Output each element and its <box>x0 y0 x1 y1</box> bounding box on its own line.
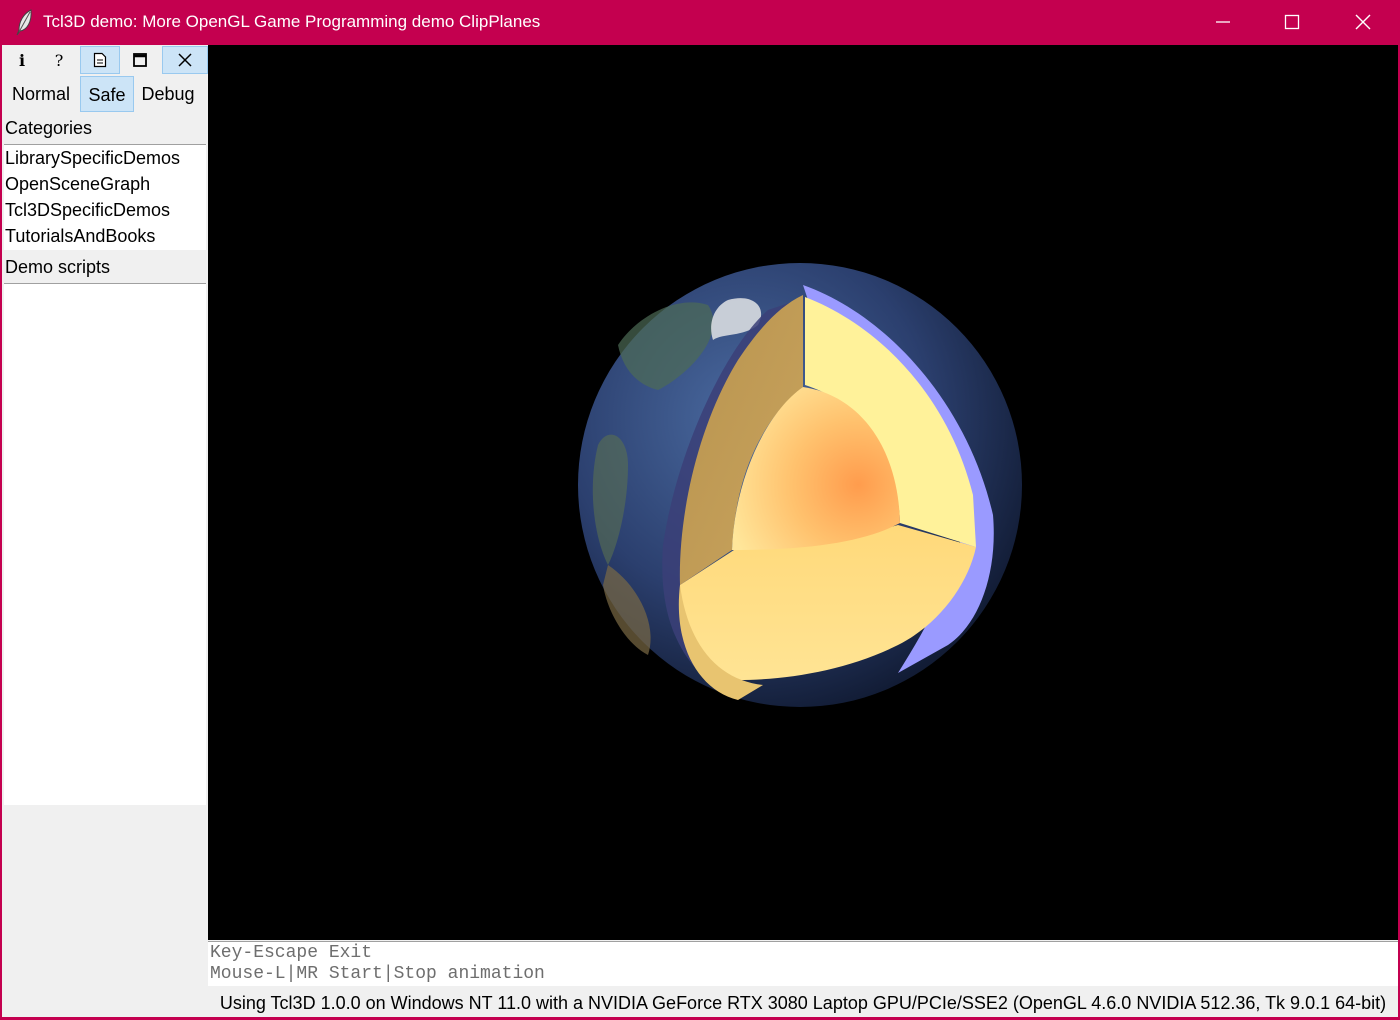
document-button[interactable] <box>80 46 120 74</box>
info-button[interactable]: i <box>2 46 42 74</box>
title-bar: Tcl3D demo: More OpenGL Game Programming… <box>0 0 1400 45</box>
category-item-tutorials-and-books[interactable]: TutorialsAndBooks <box>4 223 206 249</box>
info-icon: i <box>18 50 26 70</box>
categories-list[interactable]: LibrarySpecificDemos OpenSceneGraph Tcl3… <box>4 144 206 250</box>
opengl-canvas[interactable] <box>208 45 1398 940</box>
minimize-icon <box>1216 21 1230 23</box>
demo-scripts-label: Demo scripts <box>5 257 111 277</box>
close-icon <box>178 53 192 67</box>
close-window-button[interactable] <box>1328 0 1398 45</box>
info-line-escape: Key-Escape Exit <box>210 943 373 963</box>
mode-normal-button[interactable]: Normal <box>5 76 77 112</box>
status-bar: Using Tcl3D 1.0.0 on Windows NT 11.0 wit… <box>219 993 1387 1013</box>
demo-scripts-list[interactable] <box>4 283 206 805</box>
info-line-mouse: Mouse-L|MR Start|Stop animation <box>210 964 545 984</box>
info-text-box[interactable]: Key-Escape Exit Mouse-L|MR Start|Stop an… <box>208 941 1398 986</box>
left-panel: i ? Normal Safe Debug Categories Library… <box>2 45 208 1017</box>
category-item-open-scene-graph[interactable]: OpenSceneGraph <box>4 171 206 197</box>
window-icon <box>133 53 147 67</box>
window-title: Tcl3D demo: More OpenGL Game Programming… <box>43 12 541 31</box>
help-button[interactable]: ? <box>39 46 79 74</box>
feather-icon <box>16 9 32 36</box>
maximize-button[interactable] <box>1257 0 1327 45</box>
categories-label: Categories <box>5 118 93 138</box>
mode-safe-button[interactable]: Safe <box>80 76 134 112</box>
mode-debug-button[interactable]: Debug <box>137 76 199 112</box>
category-item-tcl3d-specific-demos[interactable]: Tcl3DSpecificDemos <box>4 197 206 223</box>
document-icon <box>93 52 107 68</box>
clipped-earth-render <box>578 263 1022 707</box>
help-icon: ? <box>54 50 64 70</box>
minimize-button[interactable] <box>1188 0 1258 45</box>
category-item-library-specific-demos[interactable]: LibrarySpecificDemos <box>4 145 206 171</box>
window-client: i ? Normal Safe Debug Categories Library… <box>2 45 1398 1017</box>
close-icon <box>1355 14 1371 30</box>
window-button[interactable] <box>120 46 160 74</box>
maximize-icon <box>1284 14 1300 30</box>
close-demo-button[interactable] <box>162 46 208 74</box>
